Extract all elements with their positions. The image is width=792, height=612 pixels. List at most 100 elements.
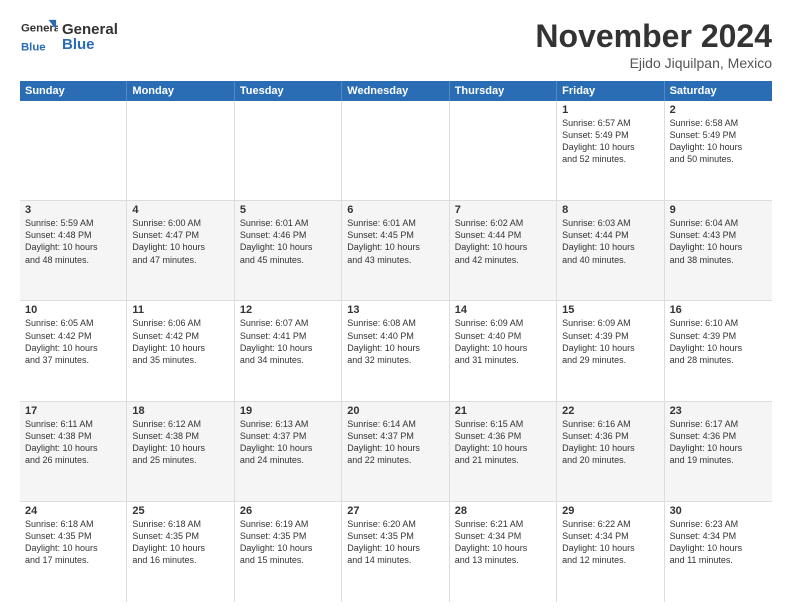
calendar-header: SundayMondayTuesdayWednesdayThursdayFrid…: [20, 81, 772, 101]
calendar-cell: 18Sunrise: 6:12 AM Sunset: 4:38 PM Dayli…: [127, 402, 234, 501]
calendar-cell: 20Sunrise: 6:14 AM Sunset: 4:37 PM Dayli…: [342, 402, 449, 501]
calendar-cell: [342, 101, 449, 200]
day-info: Sunrise: 6:04 AM Sunset: 4:43 PM Dayligh…: [670, 217, 767, 266]
day-number: 5: [240, 204, 336, 216]
title-section: November 2024 Ejido Jiquilpan, Mexico: [535, 18, 772, 71]
day-number: 4: [132, 204, 228, 216]
calendar-cell: 29Sunrise: 6:22 AM Sunset: 4:34 PM Dayli…: [557, 502, 664, 602]
calendar-cell: 10Sunrise: 6:05 AM Sunset: 4:42 PM Dayli…: [20, 301, 127, 400]
day-info: Sunrise: 6:02 AM Sunset: 4:44 PM Dayligh…: [455, 217, 551, 266]
day-info: Sunrise: 6:03 AM Sunset: 4:44 PM Dayligh…: [562, 217, 658, 266]
calendar-cell: 28Sunrise: 6:21 AM Sunset: 4:34 PM Dayli…: [450, 502, 557, 602]
logo-text: General Blue: [62, 22, 118, 52]
calendar-cell: 7Sunrise: 6:02 AM Sunset: 4:44 PM Daylig…: [450, 201, 557, 300]
day-number: 13: [347, 304, 443, 316]
calendar: SundayMondayTuesdayWednesdayThursdayFrid…: [20, 81, 772, 602]
day-number: 29: [562, 505, 658, 517]
calendar-cell: 27Sunrise: 6:20 AM Sunset: 4:35 PM Dayli…: [342, 502, 449, 602]
day-info: Sunrise: 6:01 AM Sunset: 4:46 PM Dayligh…: [240, 217, 336, 266]
day-number: 10: [25, 304, 121, 316]
calendar-cell: 9Sunrise: 6:04 AM Sunset: 4:43 PM Daylig…: [665, 201, 772, 300]
calendar-cell: [235, 101, 342, 200]
calendar-cell: 1Sunrise: 6:57 AM Sunset: 5:49 PM Daylig…: [557, 101, 664, 200]
day-number: 14: [455, 304, 551, 316]
weekday-header-monday: Monday: [127, 81, 234, 101]
day-info: Sunrise: 6:18 AM Sunset: 4:35 PM Dayligh…: [25, 518, 121, 567]
day-number: 27: [347, 505, 443, 517]
day-number: 3: [25, 204, 121, 216]
calendar-week-4: 17Sunrise: 6:11 AM Sunset: 4:38 PM Dayli…: [20, 402, 772, 502]
day-number: 18: [132, 405, 228, 417]
calendar-cell: 15Sunrise: 6:09 AM Sunset: 4:39 PM Dayli…: [557, 301, 664, 400]
calendar-cell: 23Sunrise: 6:17 AM Sunset: 4:36 PM Dayli…: [665, 402, 772, 501]
day-info: Sunrise: 6:12 AM Sunset: 4:38 PM Dayligh…: [132, 418, 228, 467]
day-number: 7: [455, 204, 551, 216]
calendar-cell: 6Sunrise: 6:01 AM Sunset: 4:45 PM Daylig…: [342, 201, 449, 300]
day-number: 12: [240, 304, 336, 316]
calendar-cell: 26Sunrise: 6:19 AM Sunset: 4:35 PM Dayli…: [235, 502, 342, 602]
day-number: 26: [240, 505, 336, 517]
day-number: 19: [240, 405, 336, 417]
calendar-week-5: 24Sunrise: 6:18 AM Sunset: 4:35 PM Dayli…: [20, 502, 772, 602]
day-info: Sunrise: 6:22 AM Sunset: 4:34 PM Dayligh…: [562, 518, 658, 567]
calendar-cell: 25Sunrise: 6:18 AM Sunset: 4:35 PM Dayli…: [127, 502, 234, 602]
calendar-cell: 4Sunrise: 6:00 AM Sunset: 4:47 PM Daylig…: [127, 201, 234, 300]
calendar-cell: 21Sunrise: 6:15 AM Sunset: 4:36 PM Dayli…: [450, 402, 557, 501]
day-number: 25: [132, 505, 228, 517]
logo: General Blue General Blue: [20, 18, 118, 56]
day-info: Sunrise: 6:09 AM Sunset: 4:40 PM Dayligh…: [455, 317, 551, 366]
day-info: Sunrise: 6:21 AM Sunset: 4:34 PM Dayligh…: [455, 518, 551, 567]
day-info: Sunrise: 6:07 AM Sunset: 4:41 PM Dayligh…: [240, 317, 336, 366]
day-info: Sunrise: 6:08 AM Sunset: 4:40 PM Dayligh…: [347, 317, 443, 366]
calendar-week-2: 3Sunrise: 5:59 AM Sunset: 4:48 PM Daylig…: [20, 201, 772, 301]
calendar-cell: 22Sunrise: 6:16 AM Sunset: 4:36 PM Dayli…: [557, 402, 664, 501]
calendar-cell: [450, 101, 557, 200]
calendar-body: 1Sunrise: 6:57 AM Sunset: 5:49 PM Daylig…: [20, 101, 772, 602]
day-number: 20: [347, 405, 443, 417]
calendar-cell: 13Sunrise: 6:08 AM Sunset: 4:40 PM Dayli…: [342, 301, 449, 400]
weekday-header-friday: Friday: [557, 81, 664, 101]
calendar-week-3: 10Sunrise: 6:05 AM Sunset: 4:42 PM Dayli…: [20, 301, 772, 401]
day-number: 11: [132, 304, 228, 316]
day-number: 30: [670, 505, 767, 517]
day-info: Sunrise: 5:59 AM Sunset: 4:48 PM Dayligh…: [25, 217, 121, 266]
calendar-week-1: 1Sunrise: 6:57 AM Sunset: 5:49 PM Daylig…: [20, 101, 772, 201]
calendar-cell: 19Sunrise: 6:13 AM Sunset: 4:37 PM Dayli…: [235, 402, 342, 501]
logo-blue-text: Blue: [62, 37, 118, 52]
day-info: Sunrise: 6:18 AM Sunset: 4:35 PM Dayligh…: [132, 518, 228, 567]
day-info: Sunrise: 6:23 AM Sunset: 4:34 PM Dayligh…: [670, 518, 767, 567]
weekday-header-thursday: Thursday: [450, 81, 557, 101]
logo-icon: General Blue: [20, 18, 58, 56]
day-info: Sunrise: 6:11 AM Sunset: 4:38 PM Dayligh…: [25, 418, 121, 467]
header: General Blue General Blue November 2024 …: [20, 18, 772, 71]
day-info: Sunrise: 6:01 AM Sunset: 4:45 PM Dayligh…: [347, 217, 443, 266]
day-info: Sunrise: 6:17 AM Sunset: 4:36 PM Dayligh…: [670, 418, 767, 467]
calendar-cell: 11Sunrise: 6:06 AM Sunset: 4:42 PM Dayli…: [127, 301, 234, 400]
day-info: Sunrise: 6:00 AM Sunset: 4:47 PM Dayligh…: [132, 217, 228, 266]
day-info: Sunrise: 6:20 AM Sunset: 4:35 PM Dayligh…: [347, 518, 443, 567]
day-number: 24: [25, 505, 121, 517]
day-number: 21: [455, 405, 551, 417]
logo-general-text: General: [62, 22, 118, 37]
day-number: 17: [25, 405, 121, 417]
calendar-cell: 14Sunrise: 6:09 AM Sunset: 4:40 PM Dayli…: [450, 301, 557, 400]
day-info: Sunrise: 6:06 AM Sunset: 4:42 PM Dayligh…: [132, 317, 228, 366]
day-number: 6: [347, 204, 443, 216]
day-number: 22: [562, 405, 658, 417]
day-number: 2: [670, 104, 767, 116]
day-info: Sunrise: 6:15 AM Sunset: 4:36 PM Dayligh…: [455, 418, 551, 467]
day-info: Sunrise: 6:16 AM Sunset: 4:36 PM Dayligh…: [562, 418, 658, 467]
day-info: Sunrise: 6:10 AM Sunset: 4:39 PM Dayligh…: [670, 317, 767, 366]
weekday-header-saturday: Saturday: [665, 81, 772, 101]
calendar-cell: 24Sunrise: 6:18 AM Sunset: 4:35 PM Dayli…: [20, 502, 127, 602]
day-info: Sunrise: 6:57 AM Sunset: 5:49 PM Dayligh…: [562, 117, 658, 166]
day-number: 23: [670, 405, 767, 417]
calendar-cell: 3Sunrise: 5:59 AM Sunset: 4:48 PM Daylig…: [20, 201, 127, 300]
svg-text:Blue: Blue: [21, 41, 46, 53]
calendar-cell: 5Sunrise: 6:01 AM Sunset: 4:46 PM Daylig…: [235, 201, 342, 300]
day-number: 16: [670, 304, 767, 316]
day-info: Sunrise: 6:58 AM Sunset: 5:49 PM Dayligh…: [670, 117, 767, 166]
calendar-cell: 16Sunrise: 6:10 AM Sunset: 4:39 PM Dayli…: [665, 301, 772, 400]
weekday-header-sunday: Sunday: [20, 81, 127, 101]
day-number: 1: [562, 104, 658, 116]
